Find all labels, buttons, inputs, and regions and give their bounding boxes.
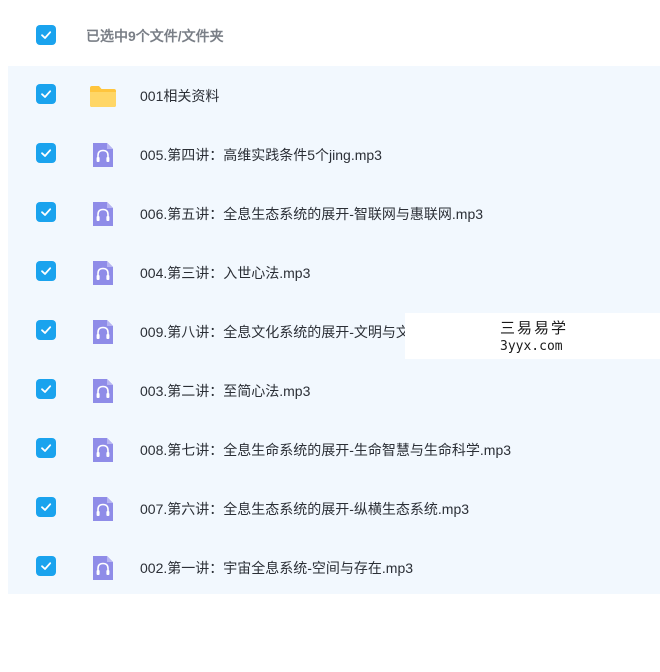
file-name[interactable]: 007.第六讲：全息生态系统的展开-纵横生态系统.mp3 bbox=[140, 499, 469, 519]
file-name[interactable]: 008.第七讲：全息生命系统的展开-生命智慧与生命科学.mp3 bbox=[140, 440, 511, 460]
file-name[interactable]: 009.第八讲：全息文化系统的展开-文明与文 bbox=[140, 322, 410, 342]
headphones-icon bbox=[88, 435, 118, 465]
selection-count-text: 已选中9个文件/文件夹 bbox=[86, 28, 224, 44]
file-checkbox[interactable] bbox=[36, 497, 56, 517]
file-row[interactable]: 006.第五讲：全息生态系统的展开-智联网与惠联网.mp3 bbox=[8, 184, 660, 243]
watermark-text: 三易易学 bbox=[500, 319, 569, 337]
file-checkbox[interactable] bbox=[36, 379, 56, 399]
selection-header: 已选中9个文件/文件夹 bbox=[0, 0, 660, 66]
headphones-icon bbox=[88, 376, 118, 406]
checkmark-icon bbox=[41, 444, 52, 452]
file-row[interactable]: 005.第四讲：高维实践条件5个jing.mp3 bbox=[8, 125, 660, 184]
checkmark-icon bbox=[41, 90, 52, 98]
headphones-icon bbox=[88, 199, 118, 229]
file-checkbox[interactable] bbox=[36, 84, 56, 104]
file-checkbox[interactable] bbox=[36, 202, 56, 222]
headphones-icon bbox=[88, 258, 118, 288]
file-name[interactable]: 006.第五讲：全息生态系统的展开-智联网与惠联网.mp3 bbox=[140, 204, 483, 224]
file-checkbox[interactable] bbox=[36, 320, 56, 340]
checkmark-icon bbox=[41, 267, 52, 275]
file-checkbox[interactable] bbox=[36, 143, 56, 163]
watermark: 三易易学 3yyx.com bbox=[405, 313, 660, 359]
file-checkbox[interactable] bbox=[36, 438, 56, 458]
headphones-icon bbox=[88, 317, 118, 347]
file-checkbox[interactable] bbox=[36, 261, 56, 281]
checkmark-icon bbox=[41, 208, 52, 216]
file-name[interactable]: 005.第四讲：高维实践条件5个jing.mp3 bbox=[140, 145, 382, 165]
checkmark-icon bbox=[41, 31, 52, 39]
file-row[interactable]: 008.第七讲：全息生命系统的展开-生命智慧与生命科学.mp3 bbox=[8, 420, 660, 479]
checkmark-icon bbox=[41, 385, 52, 393]
headphones-icon bbox=[88, 553, 118, 583]
file-name[interactable]: 003.第二讲：至简心法.mp3 bbox=[140, 381, 310, 401]
checkmark-icon bbox=[41, 562, 52, 570]
file-row[interactable]: 001相关资料 bbox=[8, 66, 660, 125]
file-row[interactable]: 002.第一讲：宇宙全息系统-空间与存在.mp3 bbox=[8, 538, 660, 597]
headphones-icon bbox=[88, 140, 118, 170]
checkmark-icon bbox=[41, 149, 52, 157]
file-row[interactable]: 003.第二讲：至简心法.mp3 bbox=[8, 361, 660, 420]
select-all-checkbox[interactable] bbox=[36, 25, 56, 45]
watermark-url: 3yyx.com bbox=[500, 339, 563, 354]
file-name[interactable]: 001相关资料 bbox=[140, 86, 219, 106]
checkmark-icon bbox=[41, 503, 52, 511]
checkmark-icon bbox=[41, 326, 52, 334]
headphones-icon bbox=[88, 494, 118, 524]
file-name[interactable]: 004.第三讲：入世心法.mp3 bbox=[140, 263, 310, 283]
folder-icon bbox=[88, 81, 118, 111]
file-row[interactable]: 004.第三讲：入世心法.mp3 bbox=[8, 243, 660, 302]
file-name[interactable]: 002.第一讲：宇宙全息系统-空间与存在.mp3 bbox=[140, 558, 413, 578]
file-checkbox[interactable] bbox=[36, 556, 56, 576]
file-row[interactable]: 007.第六讲：全息生态系统的展开-纵横生态系统.mp3 bbox=[8, 479, 660, 538]
